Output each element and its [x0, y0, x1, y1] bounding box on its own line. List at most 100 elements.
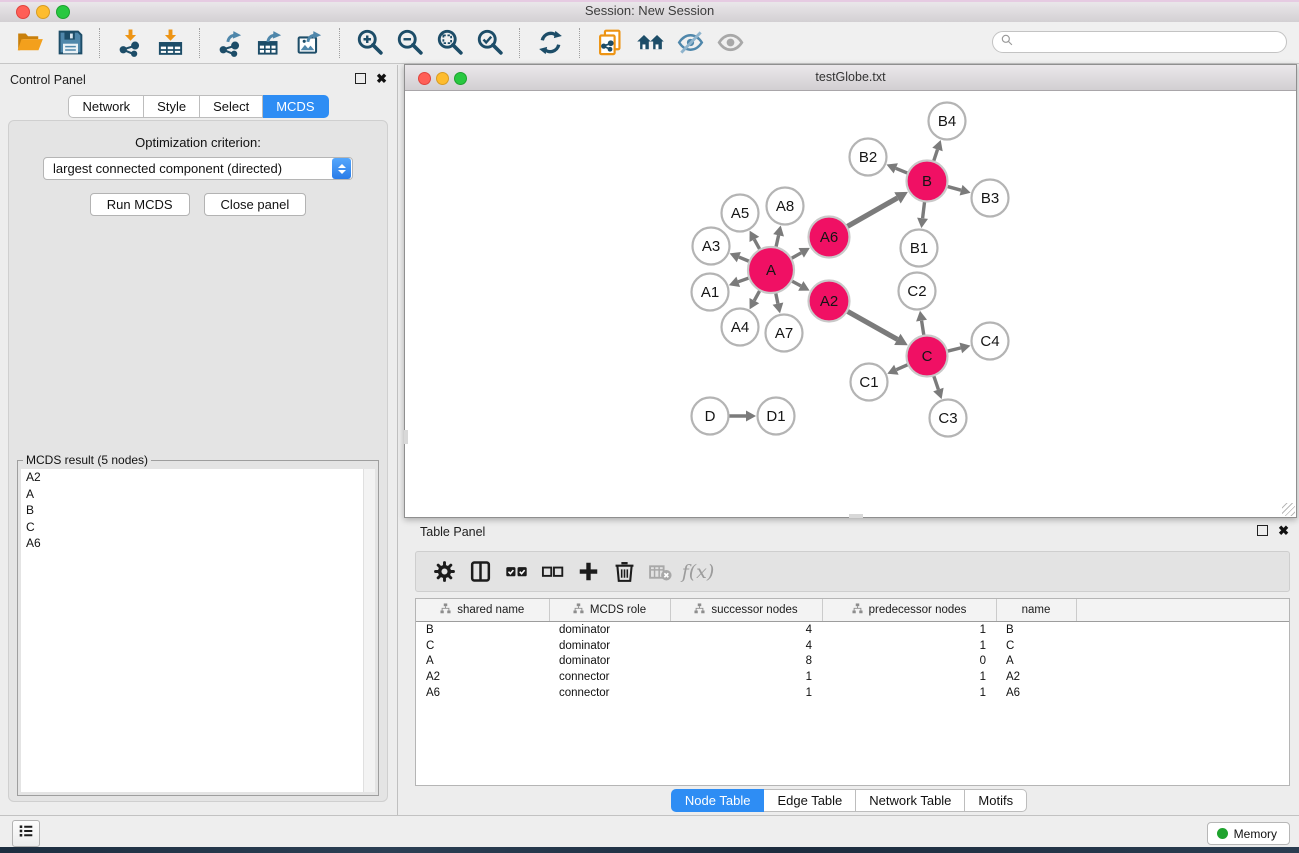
- graph-node-D[interactable]: D: [692, 398, 729, 435]
- result-item[interactable]: C: [21, 519, 375, 536]
- graph-node-C3[interactable]: C3: [930, 400, 967, 437]
- graph-edge[interactable]: [791, 281, 801, 286]
- graph-node-A5[interactable]: A5: [722, 195, 759, 232]
- column-header[interactable]: name: [996, 599, 1076, 622]
- optimization-dropdown[interactable]: largest connected component (directed): [43, 157, 353, 180]
- graph-edge[interactable]: [896, 168, 908, 173]
- result-item[interactable]: B: [21, 502, 375, 519]
- graph-node-A2[interactable]: A2: [809, 281, 850, 322]
- result-scrollbar[interactable]: [363, 469, 375, 792]
- table-cell[interactable]: dominator: [549, 622, 670, 638]
- close-panel-button[interactable]: Close panel: [204, 193, 307, 216]
- graph-node-B1[interactable]: B1: [901, 230, 938, 267]
- graph-edge[interactable]: [791, 253, 801, 259]
- table-cell[interactable]: C: [996, 638, 1076, 654]
- gear-button[interactable]: [426, 555, 462, 589]
- tab-select[interactable]: Select: [200, 95, 263, 118]
- table-cell[interactable]: connector: [549, 685, 670, 701]
- graph-node-C[interactable]: C: [907, 336, 948, 377]
- task-history-button[interactable]: [12, 820, 40, 847]
- export-image-button[interactable]: [290, 25, 330, 61]
- graph-node-A4[interactable]: A4: [722, 309, 759, 346]
- graph-edge[interactable]: [947, 186, 961, 190]
- run-mcds-button[interactable]: Run MCDS: [90, 193, 190, 216]
- search-field[interactable]: [992, 31, 1287, 53]
- table-cell[interactable]: A2: [996, 669, 1076, 685]
- show-hide-panel-button[interactable]: [710, 25, 750, 61]
- graph-node-C4[interactable]: C4: [972, 323, 1009, 360]
- table-row[interactable]: A2connector11A2: [416, 669, 1289, 685]
- table-row[interactable]: Bdominator41B: [416, 622, 1289, 638]
- graph-node-A3[interactable]: A3: [693, 228, 730, 265]
- graph-edge[interactable]: [896, 364, 908, 369]
- open-file-button[interactable]: [10, 25, 50, 61]
- import-table-button[interactable]: [150, 25, 190, 61]
- graph-edge[interactable]: [739, 257, 750, 261]
- table-row[interactable]: Cdominator41C: [416, 638, 1289, 654]
- table-cell[interactable]: A: [996, 653, 1076, 669]
- graph-node-A[interactable]: A: [748, 247, 794, 293]
- table-cell[interactable]: 1: [670, 669, 822, 685]
- table-cell[interactable]: 1: [822, 622, 996, 638]
- deselect-all-button[interactable]: [534, 555, 570, 589]
- graph-node-B3[interactable]: B3: [972, 180, 1009, 217]
- resize-grip[interactable]: [1282, 503, 1295, 516]
- memory-button[interactable]: Memory: [1207, 822, 1290, 845]
- search-input[interactable]: [1014, 32, 1286, 52]
- refresh-button[interactable]: [530, 25, 570, 61]
- table-cell[interactable]: B: [996, 622, 1076, 638]
- graph-node-A1[interactable]: A1: [692, 274, 729, 311]
- result-item[interactable]: A2: [21, 469, 375, 486]
- mcds-result-list[interactable]: A2ABCA6: [21, 469, 375, 792]
- table-row[interactable]: Adominator80A: [416, 653, 1289, 669]
- tab-style[interactable]: Style: [144, 95, 200, 118]
- zoom-out-button[interactable]: [390, 25, 430, 61]
- table-cell[interactable]: connector: [549, 669, 670, 685]
- add-button[interactable]: [570, 555, 606, 589]
- network-graph[interactable]: B4B2BB3A5A8A6A3B1AA1C2A2A4A7CC4C1C3DD1: [405, 90, 1296, 517]
- table-cell[interactable]: 1: [822, 669, 996, 685]
- graph-edge[interactable]: [847, 311, 898, 339]
- table-cell[interactable]: 4: [670, 622, 822, 638]
- tab-motifs[interactable]: Motifs: [965, 789, 1027, 812]
- graph-node-A8[interactable]: A8: [767, 188, 804, 225]
- graph-edge[interactable]: [934, 150, 938, 162]
- frame-handle[interactable]: [404, 430, 408, 444]
- network-window-titlebar[interactable]: testGlobe.txt: [405, 65, 1296, 91]
- table-cell[interactable]: A2: [416, 669, 549, 685]
- tab-mcds[interactable]: MCDS: [263, 95, 328, 118]
- close-table-panel-icon[interactable]: ✖: [1278, 526, 1289, 535]
- graph-edge[interactable]: [934, 375, 939, 389]
- table-cell[interactable]: A: [416, 653, 549, 669]
- graph-edge[interactable]: [738, 278, 749, 282]
- close-panel-icon[interactable]: ✖: [376, 74, 387, 83]
- new-network-view-button[interactable]: [590, 25, 630, 61]
- import-network-button[interactable]: [110, 25, 150, 61]
- float-table-panel-icon[interactable]: [1257, 525, 1268, 536]
- table-cell[interactable]: C: [416, 638, 549, 654]
- home-view-button[interactable]: [630, 25, 670, 61]
- table-cell[interactable]: 1: [822, 685, 996, 701]
- graph-node-A7[interactable]: A7: [766, 315, 803, 352]
- table-cell[interactable]: B: [416, 622, 549, 638]
- graph-edge[interactable]: [754, 239, 760, 249]
- graph-node-C1[interactable]: C1: [851, 364, 888, 401]
- table-row[interactable]: A6connector11A6: [416, 685, 1289, 701]
- export-table-button[interactable]: [250, 25, 290, 61]
- graph-edge[interactable]: [922, 321, 924, 336]
- table-cell[interactable]: 1: [670, 685, 822, 701]
- graph-node-B2[interactable]: B2: [850, 139, 887, 176]
- graph-node-B4[interactable]: B4: [929, 103, 966, 140]
- network-canvas[interactable]: B4B2BB3A5A8A6A3B1AA1C2A2A4A7CC4C1C3DD1: [405, 90, 1296, 517]
- zoom-fit-button[interactable]: [430, 25, 470, 61]
- dropdown-stepper-icon[interactable]: [332, 158, 351, 179]
- graph-node-A6[interactable]: A6: [809, 217, 850, 258]
- export-network-button[interactable]: [210, 25, 250, 61]
- columns-button[interactable]: [462, 555, 498, 589]
- table-cell[interactable]: 0: [822, 653, 996, 669]
- table-cell[interactable]: A6: [996, 685, 1076, 701]
- graph-node-C2[interactable]: C2: [899, 273, 936, 310]
- graph-node-B[interactable]: B: [907, 161, 948, 202]
- graph-edge[interactable]: [847, 198, 898, 227]
- table-cell[interactable]: A6: [416, 685, 549, 701]
